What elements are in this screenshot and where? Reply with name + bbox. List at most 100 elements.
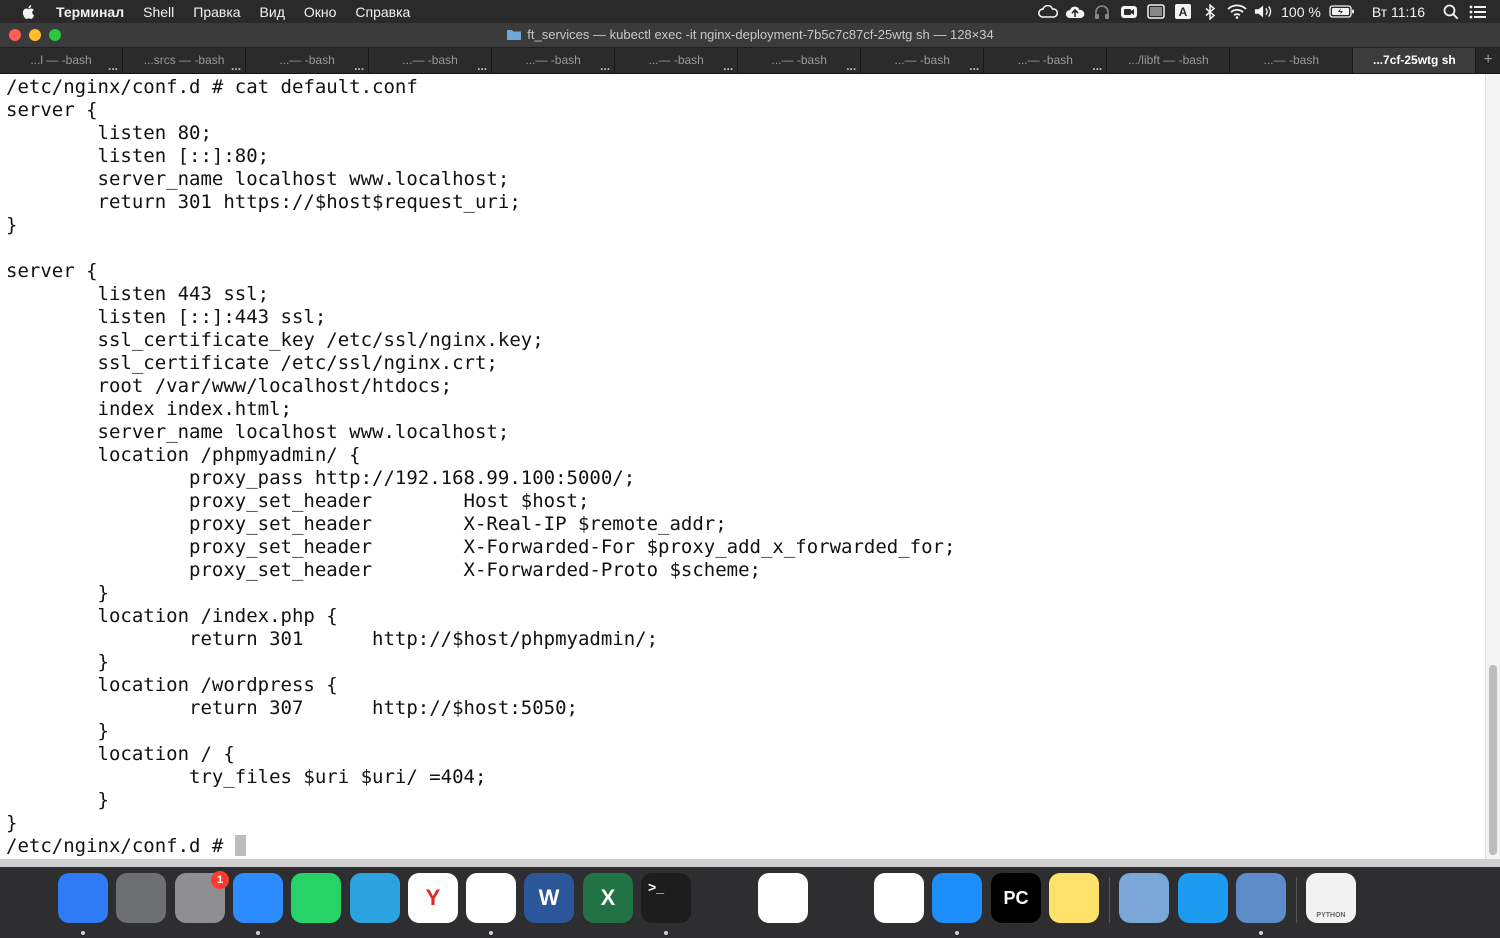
new-tab-button[interactable]: +: [1476, 48, 1500, 73]
tab-nginx-sh-active[interactable]: ...7cf-25wtg sh: [1353, 48, 1477, 73]
terminal-line: listen 443 ssl;: [6, 283, 270, 305]
tab-more-indicator: ...: [723, 59, 734, 73]
tab-label: ...7cf-25wtg sh: [1373, 53, 1456, 67]
wifi-icon[interactable]: [1227, 4, 1247, 20]
qt-creator-icon[interactable]: [699, 873, 749, 923]
terminal-line: root /var/www/localhost/htdocs;: [6, 375, 453, 397]
tab-more-indicator: ...: [354, 59, 365, 73]
running-indicator: [955, 931, 959, 935]
tab-bash-8[interactable]: ...— -bash...: [861, 48, 985, 73]
window-title: ft_services — kubectl exec -it nginx-dep…: [0, 27, 1500, 42]
notification-badge: 1: [211, 871, 229, 889]
python-file-icon[interactable]: PYTHON: [1306, 873, 1356, 923]
tab-label: ...— -bash: [279, 53, 335, 67]
pycharm-icon[interactable]: PC: [991, 873, 1041, 923]
zoom-icon[interactable]: [1119, 4, 1139, 20]
volume-icon[interactable]: [1254, 4, 1274, 20]
tab-bash-6[interactable]: ...— -bash...: [615, 48, 739, 73]
telegram-icon[interactable]: [350, 873, 400, 923]
spotlight-search-icon[interactable]: [1441, 4, 1461, 20]
bluetooth-icon[interactable]: [1200, 3, 1220, 20]
preview-icon[interactable]: [1119, 873, 1169, 923]
apple-logo-icon[interactable]: [20, 3, 38, 21]
finder-icon[interactable]: [58, 873, 108, 923]
terminal-scrollbar-thumb[interactable]: [1489, 665, 1497, 855]
terminal-line: return 301 http://$host/phpmyadmin/;: [6, 628, 659, 650]
terminal-line: location /wordpress {: [6, 674, 338, 696]
battery-percent[interactable]: 100 %: [1281, 4, 1321, 20]
terminal-line: try_files $uri $uri/ =404;: [6, 766, 487, 788]
terminal-line: proxy_pass http://192.168.99.100:5000/;: [6, 467, 636, 489]
control-center-icon[interactable]: [1468, 4, 1488, 20]
headphones-icon[interactable]: [1092, 4, 1112, 20]
menu-shell[interactable]: Shell: [143, 4, 174, 20]
zoom-icon[interactable]: [233, 873, 283, 923]
tab-bash-3[interactable]: ...— -bash...: [246, 48, 370, 73]
terminal-line: server_name localhost www.localhost;: [6, 168, 510, 190]
docker-icon[interactable]: [1178, 873, 1228, 923]
chrome-icon[interactable]: [466, 873, 516, 923]
terminal-line: proxy_set_header Host $host;: [6, 490, 590, 512]
running-indicator: [1259, 931, 1263, 935]
tab-label: .../libft — -bash: [1127, 53, 1209, 67]
trash-icon[interactable]: [1365, 873, 1415, 923]
creative-cloud-icon[interactable]: [1038, 4, 1059, 20]
terminal-line: /etc/nginx/conf.d # cat default.conf: [6, 76, 418, 98]
tab-more-indicator: ...: [231, 59, 242, 73]
menu-app-name[interactable]: Терминал: [56, 4, 124, 20]
menu-view[interactable]: Вид: [260, 4, 285, 20]
terminal-icon[interactable]: >_: [641, 873, 691, 923]
terminal-output[interactable]: /etc/nginx/conf.d # cat default.conf ser…: [0, 74, 1485, 859]
tab-bash-9[interactable]: ...— -bash...: [984, 48, 1108, 73]
tab-label: ...— -bash: [525, 53, 581, 67]
vscode-icon[interactable]: [758, 873, 808, 923]
battery-icon[interactable]: [1329, 4, 1355, 20]
tab-bash-4[interactable]: ...— -bash...: [369, 48, 493, 73]
cleanmymac-icon[interactable]: [816, 873, 866, 923]
virtualbox-icon[interactable]: [1236, 873, 1286, 923]
tab-more-indicator: ...: [846, 59, 857, 73]
keyboard-layout-icon[interactable]: A: [1173, 4, 1193, 20]
menu-help[interactable]: Справка: [355, 4, 410, 20]
window-title-text: ft_services — kubectl exec -it nginx-dep…: [527, 27, 994, 42]
dock-separator: [1109, 877, 1110, 923]
terminal-line: listen [::]:80;: [6, 145, 270, 167]
tab-srcs-bash[interactable]: ...srcs — -bash...: [123, 48, 247, 73]
tab-bash-5[interactable]: ...— -bash...: [492, 48, 616, 73]
terminal-line: }: [6, 214, 18, 236]
clock[interactable]: Вт 11:16: [1372, 4, 1425, 20]
terminal-text: /etc/nginx/conf.d # cat default.conf ser…: [0, 74, 1485, 858]
whatsapp-icon[interactable]: [291, 873, 341, 923]
terminal-line: listen 80;: [6, 122, 212, 144]
terminal-line: server_name localhost www.localhost;: [6, 421, 510, 443]
menu-edit[interactable]: Правка: [193, 4, 240, 20]
terminal-line: }: [6, 582, 109, 604]
word-icon[interactable]: W: [524, 873, 574, 923]
running-indicator: [489, 931, 493, 935]
terminal-line: proxy_set_header X-Real-IP $remote_addr;: [6, 513, 727, 535]
running-indicator: [256, 931, 260, 935]
safari-icon[interactable]: [932, 873, 982, 923]
slack-icon[interactable]: [874, 873, 924, 923]
dock: 1 Y W X >_ PC PYTHON: [0, 867, 1500, 938]
tab-bash-11[interactable]: ...— -bash: [1230, 48, 1354, 73]
tab-more-indicator: ...: [1092, 59, 1103, 73]
window-titlebar[interactable]: ft_services — kubectl exec -it nginx-dep…: [0, 23, 1500, 48]
screen-icon[interactable]: [1146, 4, 1166, 20]
tab-libft-bash[interactable]: .../libft — -bash: [1107, 48, 1231, 73]
tab-label: ...— -bash: [402, 53, 458, 67]
excel-icon[interactable]: X: [583, 873, 633, 923]
tab-bash-7[interactable]: ...— -bash...: [738, 48, 862, 73]
yandex-browser-icon[interactable]: Y: [408, 873, 458, 923]
notes-icon[interactable]: [1049, 873, 1099, 923]
tab-more-indicator: ...: [969, 59, 980, 73]
dock-icon-glyph: X: [600, 885, 616, 910]
svg-text:A: A: [1179, 5, 1188, 19]
terminal-line: }: [6, 651, 109, 673]
tab-bash-1[interactable]: ...l — -bash...: [0, 48, 124, 73]
tab-label: ...— -bash: [1017, 53, 1073, 67]
menu-window[interactable]: Окно: [304, 4, 337, 20]
tab-label: ...srcs — -bash: [143, 53, 225, 67]
launchpad-icon[interactable]: [116, 873, 166, 923]
cloud-upload-icon[interactable]: [1065, 4, 1085, 20]
